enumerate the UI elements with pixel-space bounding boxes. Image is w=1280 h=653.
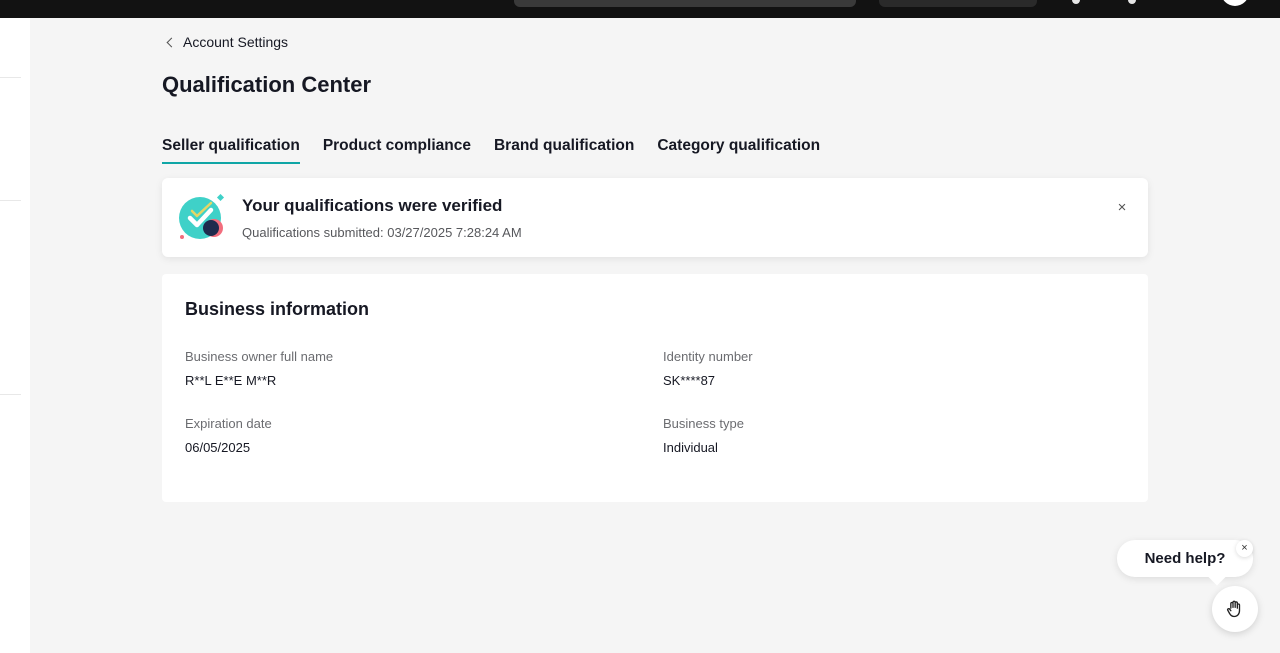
user-avatar[interactable] [1221, 0, 1249, 6]
field-business-type: Business type Individual [663, 416, 744, 455]
chevron-left-icon [166, 37, 177, 48]
field-value: R**L E**E M**R [185, 373, 277, 388]
business-information-card: Business information Business owner full… [162, 274, 1148, 502]
close-banner-icon[interactable]: × [1114, 200, 1130, 216]
breadcrumb-label: Account Settings [183, 34, 289, 50]
verification-banner: Your qualifications were verified Qualif… [162, 178, 1148, 257]
field-label: Expiration date [185, 416, 272, 431]
field-value: SK****87 [663, 373, 716, 388]
field-expiration-date: Expiration date 06/05/2025 [185, 416, 272, 455]
verified-check-icon [179, 194, 225, 239]
left-sidebar [0, 18, 30, 653]
banner-submitted-date: Qualifications submitted: 03/27/2025 7:2… [242, 225, 522, 240]
notification-icon[interactable] [1072, 0, 1080, 4]
qualification-tabs: Seller qualification Product compliance … [162, 137, 820, 164]
field-value: 06/05/2025 [185, 440, 251, 455]
need-help-bubble[interactable]: Need help? [1117, 540, 1253, 577]
tab-category-qualification[interactable]: Category qualification [657, 137, 820, 161]
tab-brand-qualification[interactable]: Brand qualification [494, 137, 634, 161]
breadcrumb-back-link[interactable]: Account Settings [166, 34, 289, 50]
top-navigation-bar [0, 0, 1280, 18]
sidebar-divider [0, 77, 21, 78]
close-help-icon[interactable]: × [1236, 540, 1253, 557]
business-information-title: Business information [185, 299, 370, 319]
field-label: Business owner full name [185, 349, 334, 364]
help-center-icon[interactable] [1128, 0, 1136, 4]
tab-product-compliance[interactable]: Product compliance [323, 137, 471, 161]
hand-wave-icon [1227, 600, 1241, 618]
field-business-owner-name: Business owner full name R**L E**E M**R [185, 349, 333, 388]
field-label: Identity number [663, 349, 753, 364]
field-identity-number: Identity number SK****87 [663, 349, 753, 388]
field-label: Business type [663, 416, 744, 431]
global-search-input[interactable] [514, 0, 856, 7]
tab-seller-qualification[interactable]: Seller qualification [162, 137, 300, 164]
need-help-label: Need help? [1144, 550, 1226, 567]
sidebar-divider [0, 200, 21, 201]
field-value: Individual [663, 440, 718, 455]
banner-title: Your qualifications were verified [242, 196, 503, 215]
sidebar-divider [0, 394, 21, 395]
shop-selector[interactable] [879, 0, 1037, 7]
help-chat-button[interactable] [1212, 586, 1258, 632]
page-title: Qualification Center [162, 72, 372, 97]
